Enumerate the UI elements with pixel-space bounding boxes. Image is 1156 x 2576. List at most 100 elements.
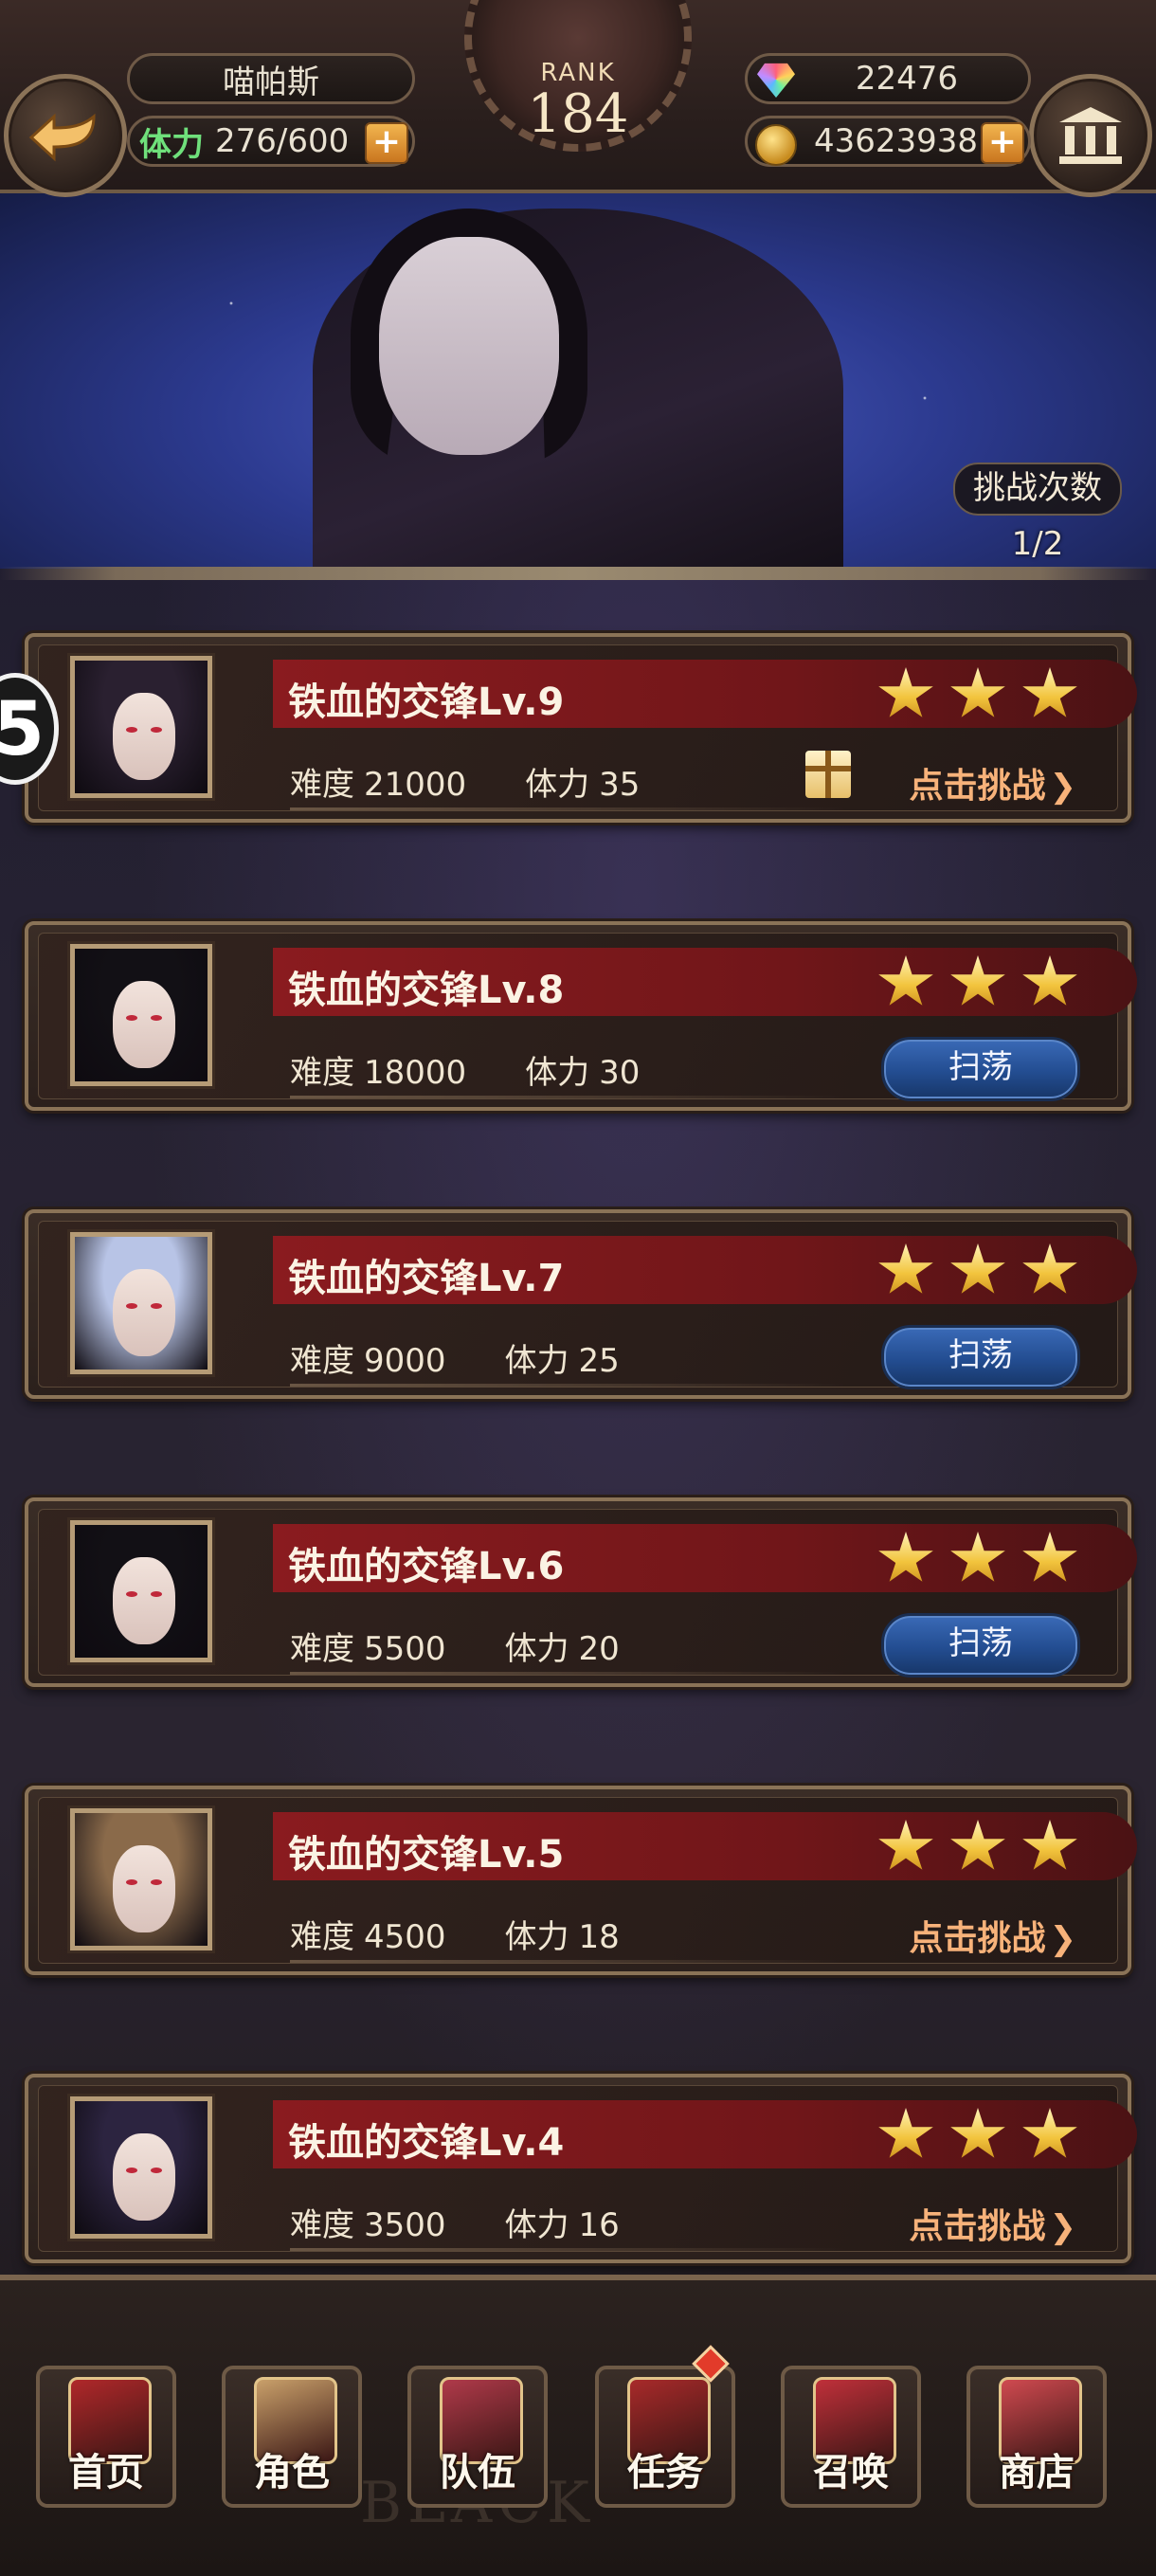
portrait-face xyxy=(113,1845,175,1932)
gift-icon[interactable] xyxy=(805,751,851,798)
stage-title: 铁血的交锋Lv.4 xyxy=(288,2121,565,2165)
difficulty-value: 5500 xyxy=(364,1630,446,1668)
boss-portrait xyxy=(70,656,212,798)
difficulty-value: 21000 xyxy=(364,766,467,804)
nav-item[interactable]: 任务 xyxy=(595,2345,735,2508)
stage-card[interactable]: 铁血的交锋Lv.8 难度 18000 体力 30 扫荡 xyxy=(25,921,1137,1111)
nav-label: 角色 xyxy=(254,2451,330,2494)
portrait-eye xyxy=(126,1879,137,1885)
stamina-cost-label: 体力 xyxy=(504,1918,569,1956)
star-icon xyxy=(1022,2108,1077,2158)
stage-stars xyxy=(877,2108,1078,2163)
stamina-cost-value: 20 xyxy=(578,1630,620,1668)
stage-stars xyxy=(877,1532,1078,1587)
museum-menu-button[interactable] xyxy=(1029,74,1152,197)
boss-portrait xyxy=(70,2096,212,2239)
star-icon xyxy=(950,1243,1005,1294)
gold-coin-icon xyxy=(755,124,797,166)
stamina-pill: 体力 276/600 + xyxy=(127,116,415,167)
challenge-button-label: 点击挑战 xyxy=(909,2207,1046,2246)
sweep-button[interactable]: 扫荡 xyxy=(881,1037,1080,1101)
star-icon xyxy=(1022,1820,1077,1870)
stage-stars xyxy=(877,667,1078,722)
stamina-value: 276/600 xyxy=(215,122,350,160)
portrait-eye xyxy=(126,2168,137,2173)
stage-meta: 难度 5500 体力 20 xyxy=(290,1623,620,1669)
rank-value: 184 xyxy=(527,83,629,145)
stamina-cost-value: 25 xyxy=(578,1342,620,1380)
challenge-counter-value: 1/2 xyxy=(1011,525,1064,563)
portrait-face xyxy=(113,1557,175,1644)
gem-count: 22476 xyxy=(855,60,959,98)
nav-item[interactable]: 商店 xyxy=(966,2366,1107,2508)
difficulty-value: 4500 xyxy=(364,1918,446,1956)
stage-stars xyxy=(877,1243,1078,1298)
nav-label: 商店 xyxy=(999,2451,1075,2494)
challenge-button[interactable]: 点击挑战 ❯ xyxy=(909,2199,1076,2248)
stage-card[interactable]: 铁血的交锋Lv.6 难度 5500 体力 20 扫荡 xyxy=(25,1497,1137,1687)
add-stamina-button[interactable]: + xyxy=(365,122,408,164)
stage-title: 铁血的交锋Lv.6 xyxy=(288,1545,565,1588)
stage-stars xyxy=(877,1820,1078,1875)
stamina-cost-label: 体力 xyxy=(525,1054,590,1092)
stage-underline xyxy=(290,1960,845,1963)
nav-label: 召唤 xyxy=(813,2451,889,2494)
gold-count: 43623938 xyxy=(814,122,979,160)
star-icon xyxy=(878,955,933,1006)
stage-meta: 难度 3500 体力 16 xyxy=(290,2199,620,2245)
nav-item[interactable]: 队伍 xyxy=(407,2366,548,2508)
stage-underline xyxy=(290,1096,845,1098)
stage-title: 铁血的交锋Lv.8 xyxy=(288,969,565,1012)
banner-divider xyxy=(0,567,1156,580)
bottom-nav: BLACK 首页角色队伍任务召唤商店 xyxy=(0,2275,1156,2576)
stamina-cost-value: 18 xyxy=(578,1918,620,1956)
back-arrow-icon xyxy=(28,113,96,162)
challenge-button[interactable]: 点击挑战 ❯ xyxy=(909,758,1076,807)
top-bar: 喵帕斯 体力 276/600 + RANK 184 22476 43623938… xyxy=(0,0,1156,197)
player-name: 喵帕斯 xyxy=(223,63,319,101)
pillars-icon xyxy=(1059,107,1122,164)
difficulty-label: 难度 xyxy=(290,766,354,804)
boss-portrait xyxy=(70,1520,212,1662)
star-icon xyxy=(1022,955,1077,1006)
stage-card[interactable]: 铁血的交锋Lv.5 难度 4500 体力 18 点击挑战 ❯ xyxy=(25,1786,1137,1975)
sweep-button[interactable]: 扫荡 xyxy=(881,1613,1080,1678)
stamina-cost-value: 16 xyxy=(578,2206,620,2244)
challenge-button[interactable]: 点击挑战 ❯ xyxy=(909,1911,1076,1960)
chevron-right-icon: ❯ xyxy=(1049,1920,1077,1958)
boss-portrait xyxy=(70,1232,212,1374)
difficulty-label: 难度 xyxy=(290,1342,354,1380)
portrait-eye xyxy=(151,1303,162,1309)
sweep-button[interactable]: 扫荡 xyxy=(881,1325,1080,1389)
gem-pill: 22476 xyxy=(745,53,1031,104)
challenge-counter: 挑战次数 1/2 xyxy=(953,463,1122,563)
portrait-eye xyxy=(126,727,137,733)
star-icon xyxy=(950,955,1005,1006)
nav-item[interactable]: 首页 xyxy=(36,2366,176,2508)
stage-card[interactable]: 铁血的交锋Lv.9 难度 21000 体力 35 点击挑战 ❯ xyxy=(25,633,1137,823)
add-gold-button[interactable]: + xyxy=(981,122,1024,164)
star-icon xyxy=(878,1820,933,1870)
back-button[interactable] xyxy=(4,74,127,197)
boss-portrait xyxy=(70,944,212,1086)
star-icon xyxy=(1022,1243,1077,1294)
stage-card[interactable]: 铁血的交锋Lv.7 难度 9000 体力 25 扫荡 xyxy=(25,1209,1137,1399)
difficulty-label: 难度 xyxy=(290,1054,354,1092)
stage-card[interactable]: 铁血的交锋Lv.4 难度 3500 体力 16 点击挑战 ❯ xyxy=(25,2074,1137,2263)
player-name-pill: 喵帕斯 xyxy=(127,53,415,104)
nav-item[interactable]: 召唤 xyxy=(781,2366,921,2508)
stage-meta: 难度 18000 体力 30 xyxy=(290,1046,640,1093)
boss-portrait xyxy=(70,1808,212,1950)
portrait-eye xyxy=(126,1303,137,1309)
stamina-cost-value: 35 xyxy=(599,766,641,804)
chevron-right-icon: ❯ xyxy=(1049,768,1077,806)
nav-item[interactable]: 角色 xyxy=(222,2366,362,2508)
portrait-face xyxy=(113,981,175,1068)
boss-banner: 挑战次数 1/2 xyxy=(0,190,1156,569)
star-icon xyxy=(950,1532,1005,1582)
star-icon xyxy=(878,1532,933,1582)
nav-label: 队伍 xyxy=(440,2451,515,2494)
stage-stars xyxy=(877,955,1078,1010)
stage-underline xyxy=(290,1672,845,1675)
stage-underline xyxy=(290,1384,845,1387)
